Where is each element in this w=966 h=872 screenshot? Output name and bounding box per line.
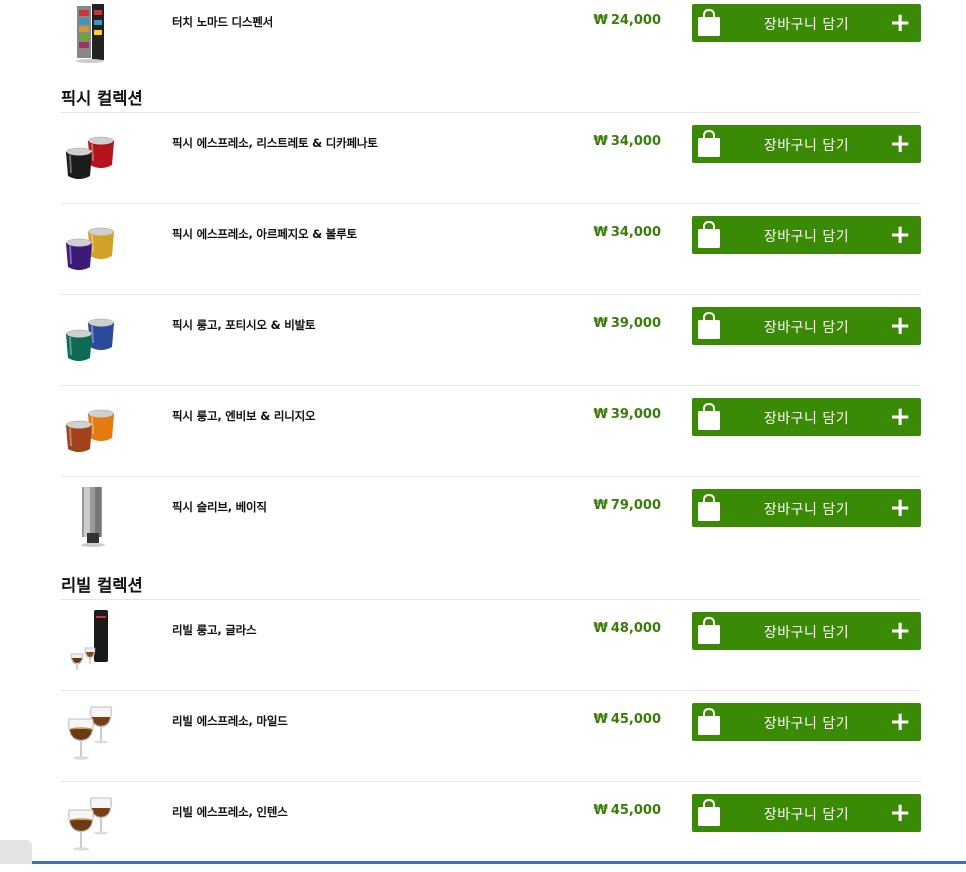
product-name[interactable]: 리빌 에스프레소, 인텐스 — [172, 804, 288, 820]
product-row: 픽시 슬리브, 베이직 ₩79,000 장바구니 담기 + — [61, 476, 921, 567]
currency-symbol: ₩ — [593, 712, 608, 727]
add-to-cart-label: 장바구니 담기 — [763, 138, 850, 154]
product-price: ₩45,000 — [593, 803, 661, 818]
product-image[interactable] — [61, 697, 121, 767]
add-to-cart-label: 장바구니 담기 — [763, 807, 850, 823]
add-to-cart-button[interactable]: 장바구니 담기 + — [692, 489, 921, 527]
price-value: 79,000 — [610, 498, 661, 513]
product-image[interactable] — [61, 483, 121, 553]
currency-symbol: ₩ — [593, 134, 608, 149]
add-to-cart-label: 장바구니 담기 — [763, 411, 850, 427]
add-to-cart-button[interactable]: 장바구니 담기 + — [692, 4, 921, 42]
currency-symbol: ₩ — [593, 803, 608, 818]
price-value: 45,000 — [610, 712, 661, 727]
product-price: ₩45,000 — [593, 712, 661, 727]
product-image[interactable] — [61, 119, 121, 189]
section-header: 리빌 컬렉션 — [61, 567, 921, 599]
add-to-cart-button[interactable]: 장바구니 담기 + — [692, 398, 921, 436]
product-row: 픽시 에스프레소, 리스트레토 & 디카페나토 ₩34,000 장바구니 담기 … — [61, 112, 921, 203]
product-row: 픽시 에스프레소, 아르페지오 & 볼루토 ₩34,000 장바구니 담기 + — [61, 203, 921, 294]
product-list: 터치 노마드 디스펜서 ₩24,000 장바구니 담기 + 픽시 컬렉션 픽시 … — [61, 0, 921, 872]
price-value: 45,000 — [610, 803, 661, 818]
plus-icon: + — [889, 798, 911, 828]
plus-icon: + — [889, 8, 911, 38]
currency-symbol: ₩ — [593, 498, 608, 513]
product-row: 리빌 에스프레소, 마일드 ₩45,000 장바구니 담기 + — [61, 690, 921, 781]
add-to-cart-button[interactable]: 장바구니 담기 + — [692, 216, 921, 254]
product-name[interactable]: 터치 노마드 디스펜서 — [172, 14, 273, 30]
section-header: 픽시 컬렉션 — [61, 80, 921, 112]
add-to-cart-button[interactable]: 장바구니 담기 + — [692, 794, 921, 832]
product-name[interactable]: 픽시 룽고, 엔비보 & 리니지오 — [172, 408, 316, 424]
product-row: 픽시 룽고, 엔비보 & 리니지오 ₩39,000 장바구니 담기 + — [61, 385, 921, 476]
currency-symbol: ₩ — [593, 316, 608, 331]
product-image[interactable] — [61, 210, 121, 280]
currency-symbol: ₩ — [593, 621, 608, 636]
price-value: 39,000 — [610, 316, 661, 331]
section-title: 리빌 컬렉션 — [61, 576, 143, 595]
product-name[interactable]: 픽시 룽고, 포티시오 & 비발토 — [172, 317, 316, 333]
plus-icon: + — [889, 129, 911, 159]
product-row: 픽시 룽고, 포티시오 & 비발토 ₩39,000 장바구니 담기 + — [61, 294, 921, 385]
plus-icon: + — [889, 493, 911, 523]
add-to-cart-label: 장바구니 담기 — [763, 625, 850, 641]
product-price: ₩39,000 — [593, 407, 661, 422]
product-price: ₩79,000 — [593, 498, 661, 513]
product-price: ₩24,000 — [593, 13, 661, 28]
product-name[interactable]: 리빌 룽고, 글라스 — [172, 622, 257, 638]
product-row: 터치 노마드 디스펜서 ₩24,000 장바구니 담기 + — [61, 0, 921, 80]
add-to-cart-button[interactable]: 장바구니 담기 + — [692, 703, 921, 741]
currency-symbol: ₩ — [593, 225, 608, 240]
product-image[interactable] — [61, 788, 121, 858]
add-to-cart-label: 장바구니 담기 — [763, 17, 850, 33]
price-value: 39,000 — [610, 407, 661, 422]
product-price: ₩48,000 — [593, 621, 661, 636]
price-value: 34,000 — [610, 134, 661, 149]
product-name[interactable]: 픽시 슬리브, 베이직 — [172, 499, 267, 515]
product-name[interactable]: 픽시 에스프레소, 아르페지오 & 볼루토 — [172, 226, 357, 242]
price-value: 48,000 — [610, 621, 661, 636]
currency-symbol: ₩ — [593, 407, 608, 422]
product-row: 리빌 룽고, 글라스 ₩48,000 장바구니 담기 + — [61, 599, 921, 690]
product-price: ₩34,000 — [593, 134, 661, 149]
add-to-cart-label: 장바구니 담기 — [763, 320, 850, 336]
product-price: ₩34,000 — [593, 225, 661, 240]
product-price: ₩39,000 — [593, 316, 661, 331]
section-title: 픽시 컬렉션 — [61, 89, 143, 108]
plus-icon: + — [889, 616, 911, 646]
product-name[interactable]: 리빌 에스프레소, 마일드 — [172, 713, 288, 729]
add-to-cart-button[interactable]: 장바구니 담기 + — [692, 612, 921, 650]
add-to-cart-button[interactable]: 장바구니 담기 + — [692, 125, 921, 163]
product-image[interactable] — [61, 606, 121, 676]
plus-icon: + — [889, 311, 911, 341]
plus-icon: + — [889, 402, 911, 432]
product-row: 리빌 에스프레소, 인텐스 ₩45,000 장바구니 담기 + — [61, 781, 921, 872]
add-to-cart-label: 장바구니 담기 — [763, 229, 850, 245]
plus-icon: + — [889, 220, 911, 250]
currency-symbol: ₩ — [593, 13, 608, 28]
plus-icon: + — [889, 707, 911, 737]
add-to-cart-button[interactable]: 장바구니 담기 + — [692, 307, 921, 345]
scrollbar-corner[interactable] — [0, 840, 32, 864]
price-value: 34,000 — [610, 225, 661, 240]
add-to-cart-label: 장바구니 담기 — [763, 502, 850, 518]
product-image[interactable] — [61, 301, 121, 371]
product-image[interactable] — [61, 0, 121, 68]
product-image[interactable] — [61, 392, 121, 462]
add-to-cart-label: 장바구니 담기 — [763, 716, 850, 732]
price-value: 24,000 — [610, 13, 661, 28]
product-name[interactable]: 픽시 에스프레소, 리스트레토 & 디카페나토 — [172, 135, 378, 151]
